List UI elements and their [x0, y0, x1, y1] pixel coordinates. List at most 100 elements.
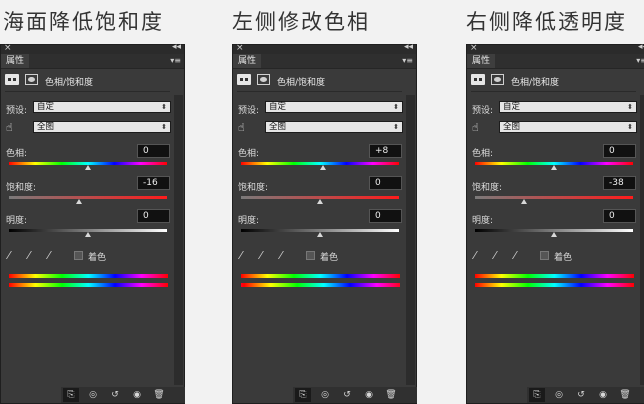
view-previous-icon[interactable]: ◎ [317, 388, 333, 402]
scrollbar[interactable] [640, 95, 644, 385]
panel-titlebar: × ◂◂ [467, 42, 644, 54]
tab-properties[interactable]: 属性 [1, 54, 30, 68]
lightness-input[interactable]: 0 [369, 209, 402, 223]
divider [237, 91, 402, 92]
eyedropper-plus-icon[interactable]: ⁄ [260, 249, 262, 262]
panel-menu-icon[interactable]: ▾≡ [636, 54, 644, 68]
collapse-icon[interactable]: ◂◂ [172, 42, 181, 52]
hue-slider-knob[interactable] [551, 165, 557, 170]
hue-slider-knob[interactable] [85, 165, 91, 170]
adjustment-layer-icon [237, 74, 251, 85]
clip-to-layer-icon[interactable]: ⎘ [63, 388, 79, 402]
eyedropper-icon[interactable]: ⁄ [474, 249, 476, 262]
preset-select[interactable]: 自定 ⬍ [33, 101, 171, 113]
hand-tool-icon[interactable]: ☝ [6, 121, 13, 134]
eyedropper-minus-icon[interactable]: ⁄ [48, 249, 50, 262]
adjustment-layer-icon [471, 74, 485, 85]
tab-properties[interactable]: 属性 [233, 54, 262, 68]
eyedropper-group: ⁄ ⁄ ⁄ 着色 [240, 249, 400, 263]
saturation-input[interactable]: -38 [603, 176, 636, 190]
adjustment-layer-icon [5, 74, 19, 85]
eyedropper-plus-icon[interactable]: ⁄ [28, 249, 30, 262]
saturation-slider-track[interactable] [9, 196, 167, 199]
channel-select[interactable]: 全图 ⬍ [33, 121, 171, 133]
delete-icon[interactable]: 🗑 [151, 388, 167, 402]
colorize-label: 着色 [320, 253, 339, 263]
collapse-icon[interactable]: ◂◂ [638, 42, 644, 52]
visibility-icon[interactable]: ◉ [129, 388, 145, 402]
saturation-slider-knob[interactable] [317, 199, 323, 204]
saturation-label: 饱和度: [6, 183, 37, 193]
channel-select[interactable]: 全图 ⬍ [265, 121, 403, 133]
preset-select[interactable]: 自定 ⬍ [265, 101, 403, 113]
panel-title-1: 海面降低饱和度 [3, 10, 164, 34]
hue-slider-knob[interactable] [320, 165, 327, 170]
collapse-icon[interactable]: ◂◂ [404, 42, 413, 52]
eyedropper-minus-icon[interactable]: ⁄ [280, 249, 282, 262]
input-color-spectrum [241, 274, 400, 278]
eyedropper-group: ⁄ ⁄ ⁄ 着色 [8, 249, 168, 263]
adjustment-header: 色相/饱和度 [471, 72, 636, 88]
tab-properties[interactable]: 属性 [467, 54, 496, 68]
clip-to-layer-icon[interactable]: ⎘ [295, 388, 311, 402]
adjustment-label: 色相/饱和度 [277, 78, 326, 88]
panel-menu-icon[interactable]: ▾≡ [170, 54, 181, 68]
lightness-slider-knob[interactable] [551, 232, 557, 237]
eyedropper-icon[interactable]: ⁄ [8, 249, 10, 262]
output-color-spectrum [9, 283, 168, 287]
clip-to-layer-icon[interactable]: ⎘ [529, 388, 545, 402]
preset-select[interactable]: 自定 ⬍ [499, 101, 637, 113]
preset-label: 预设: [472, 106, 494, 116]
eyedropper-minus-icon[interactable]: ⁄ [514, 249, 516, 262]
panel-footer: ⎘ ◎ ↺ ◉ 🗑 [61, 387, 185, 403]
panel-titlebar: × ◂◂ [233, 42, 416, 54]
tab-bar: 属性 ▾≡ [233, 54, 416, 69]
lightness-slider-knob[interactable] [85, 232, 91, 237]
channel-value: 全图 [503, 122, 521, 132]
visibility-icon[interactable]: ◉ [595, 388, 611, 402]
hue-input[interactable]: 0 [137, 144, 170, 158]
input-color-spectrum [9, 274, 168, 278]
visibility-icon[interactable]: ◉ [361, 388, 377, 402]
colorize-checkbox[interactable] [74, 251, 83, 260]
tab-bar: 属性 ▾≡ [467, 54, 644, 69]
scrollbar[interactable] [406, 95, 415, 385]
hue-label: 色相: [6, 149, 28, 159]
divider [471, 91, 636, 92]
dropdown-icon: ⬍ [627, 103, 633, 111]
channel-select[interactable]: 全图 ⬍ [499, 121, 637, 133]
saturation-slider-track[interactable] [475, 196, 633, 199]
colorize-checkbox[interactable] [540, 251, 549, 260]
view-previous-icon[interactable]: ◎ [551, 388, 567, 402]
saturation-slider-knob[interactable] [75, 199, 82, 204]
reset-icon[interactable]: ↺ [573, 388, 589, 402]
delete-icon[interactable]: 🗑 [383, 388, 399, 402]
colorize-checkbox[interactable] [306, 251, 315, 260]
hand-tool-icon[interactable]: ☝ [472, 121, 479, 134]
saturation-input[interactable]: -16 [137, 176, 170, 190]
close-icon[interactable]: × [470, 43, 478, 53]
hue-input[interactable]: +8 [369, 144, 402, 158]
reset-icon[interactable]: ↺ [107, 388, 123, 402]
view-previous-icon[interactable]: ◎ [85, 388, 101, 402]
saturation-input[interactable]: 0 [369, 176, 402, 190]
lightness-slider-knob[interactable] [317, 232, 323, 237]
eyedropper-plus-icon[interactable]: ⁄ [494, 249, 496, 262]
close-icon[interactable]: × [236, 43, 244, 53]
layer-mask-icon [257, 74, 270, 85]
reset-icon[interactable]: ↺ [339, 388, 355, 402]
preset-label: 预设: [6, 106, 28, 116]
close-icon[interactable]: × [4, 43, 12, 53]
scrollbar[interactable] [174, 95, 183, 385]
eyedropper-group: ⁄ ⁄ ⁄ 着色 [474, 249, 634, 263]
panel-titlebar: × ◂◂ [1, 42, 184, 54]
panel-menu-icon[interactable]: ▾≡ [402, 54, 413, 68]
delete-icon[interactable]: 🗑 [617, 388, 633, 402]
hand-tool-icon[interactable]: ☝ [238, 121, 245, 134]
eyedropper-icon[interactable]: ⁄ [240, 249, 242, 262]
hue-input[interactable]: 0 [603, 144, 636, 158]
saturation-slider-knob[interactable] [520, 199, 527, 204]
lightness-input[interactable]: 0 [137, 209, 170, 223]
lightness-input[interactable]: 0 [603, 209, 636, 223]
properties-panel-3: × ◂◂ 属性 ▾≡ 色相/饱和度 预设: 自定 ⬍ ☝ 全图 ⬍ 色相: 0 … [466, 42, 644, 404]
